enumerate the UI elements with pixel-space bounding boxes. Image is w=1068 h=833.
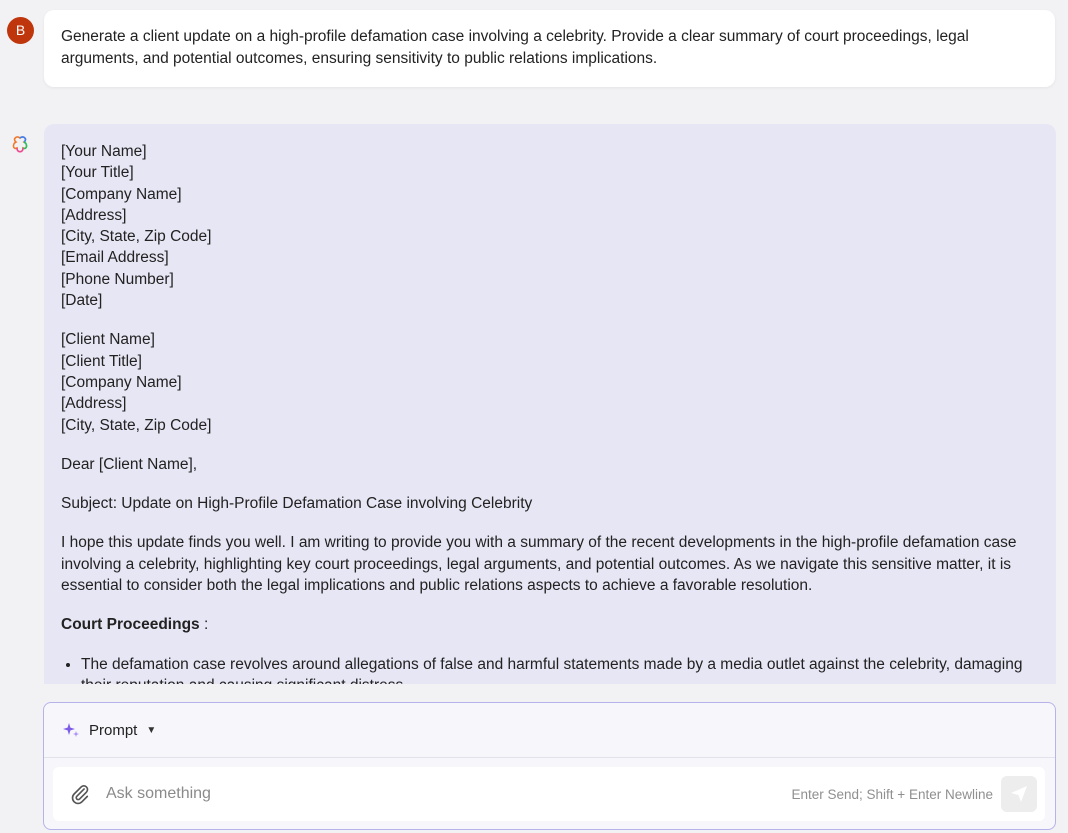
input-row: Enter Send; Shift + Enter Newline <box>53 767 1045 821</box>
bullet-list: The defamation case revolves around alle… <box>61 654 1039 684</box>
user-avatar: B <box>7 17 34 44</box>
sender-line: [Date] <box>61 292 103 310</box>
ask-input[interactable] <box>106 785 792 803</box>
send-icon <box>1011 786 1027 802</box>
ai-response-bubble: [Your Name] [Your Title] [Company Name] … <box>44 124 1056 684</box>
user-message-text: Generate a client update on a high-profi… <box>61 28 969 67</box>
caret-down-icon: ▼ <box>146 724 157 736</box>
keyboard-hint: Enter Send; Shift + Enter Newline <box>791 786 994 802</box>
composer: Prompt ▼ Enter Send; Shift + Enter Newli… <box>43 702 1056 830</box>
greeting: Dear [Client Name], <box>61 455 198 473</box>
section-heading-text: Court Proceedings <box>61 616 200 634</box>
sparkle-icon <box>63 723 79 737</box>
prompt-mode-selector[interactable]: Prompt ▼ <box>44 703 1055 758</box>
user-message-bubble: Generate a client update on a high-profi… <box>44 10 1055 87</box>
recipient-line: [Address] <box>61 395 127 413</box>
sender-line: [Phone Number] <box>61 270 174 288</box>
recipient-line: [Client Title] <box>61 352 142 370</box>
recipient-line: [City, State, Zip Code] <box>61 416 212 434</box>
paperclip-icon[interactable] <box>69 783 91 805</box>
prompt-mode-label: Prompt <box>89 721 138 739</box>
sender-line: [Address] <box>61 206 127 224</box>
sender-line: [Company Name] <box>61 185 182 203</box>
recipient-line: [Client Name] <box>61 331 155 349</box>
list-item: The defamation case revolves around alle… <box>81 654 1039 684</box>
section-heading-colon: : <box>199 616 209 634</box>
send-button[interactable] <box>1001 776 1037 812</box>
sender-line: [City, State, Zip Code] <box>61 228 212 246</box>
subject-line: Subject: Update on High-Profile Defamati… <box>61 495 533 513</box>
recipient-address-block: [Client Name] [Client Title] [Company Na… <box>61 329 1039 435</box>
sender-line: [Your Name] <box>61 143 147 160</box>
recipient-line: [Company Name] <box>61 373 182 391</box>
sender-line: [Email Address] <box>61 249 169 267</box>
intro-paragraph: I hope this update finds you well. I am … <box>61 534 1017 595</box>
section-heading: Court Proceedings : <box>61 614 1039 635</box>
sender-address-block: [Your Name] [Your Title] [Company Name] … <box>61 141 1039 311</box>
ai-logo-icon <box>12 136 28 153</box>
sender-line: [Your Title] <box>61 164 134 182</box>
